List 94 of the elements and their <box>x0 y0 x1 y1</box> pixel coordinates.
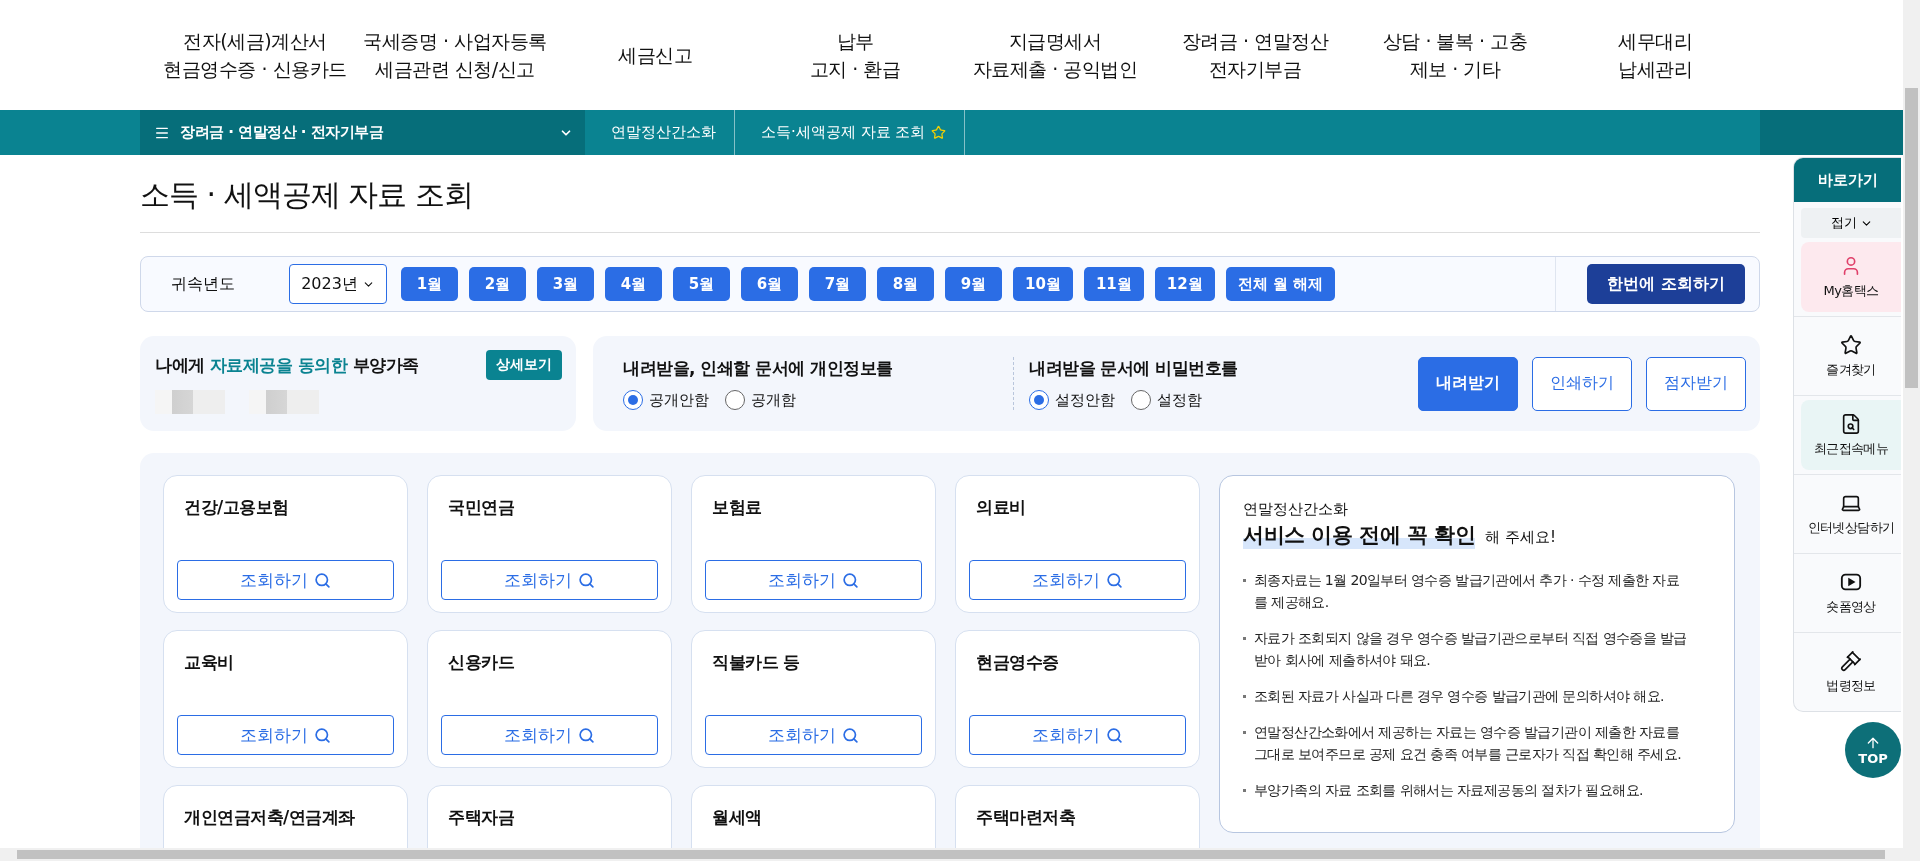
month-button[interactable]: 9월 <box>945 267 1002 301</box>
breadcrumb-link[interactable]: 소득·세액공제 자료 조회 <box>735 110 966 155</box>
search-icon <box>1106 726 1123 744</box>
dependents-title: 나에게 자료제공을 동의한 부양가족 <box>155 353 419 377</box>
search-button[interactable]: 조회하기 <box>177 715 394 755</box>
year-select[interactable]: 2023년 <box>289 264 387 304</box>
bullet-icon <box>1243 731 1246 734</box>
document-search-icon <box>1840 412 1862 435</box>
notice-text: 자료가 조회되지 않을 경우 영수증 발급기관으로부터 직접 영수증을 발급받아 회사에 제출하셔야 돼요. <box>1254 629 1688 670</box>
radio-option[interactable]: 설정안함 <box>1029 390 1115 410</box>
menu-dropdown[interactable]: 장려금 · 연말정산 · 전자기부금 <box>140 110 585 155</box>
nav-menu-item[interactable]: 세무대리 납세관리 <box>1555 27 1755 83</box>
action-button[interactable]: 인쇄하기 <box>1532 356 1632 411</box>
bullet-icon <box>1243 789 1246 792</box>
nav-menu-item[interactable]: 장려금 · 연말정산 전자기부금 <box>1155 27 1355 83</box>
gavel-icon <box>1840 649 1862 672</box>
quick-menu-title: 바로가기 <box>1794 158 1901 202</box>
nav-menu-item[interactable]: 상담 · 불복 · 고충 제보 · 기타 <box>1355 27 1555 83</box>
bullet-icon <box>1243 637 1246 640</box>
card-title: 보험료 <box>711 496 763 519</box>
notice-text: 조회된 자료가 사실과 다른 경우 영수증 발급기관에 문의하셔야 해요. <box>1254 687 1664 706</box>
option-title: 내려받을, 인쇄할 문서에 개인정보를 <box>623 357 894 380</box>
card-title: 직불카드 등 <box>711 651 801 674</box>
option-title: 내려받을 문서에 비밀번호를 <box>1029 357 1239 380</box>
month-button[interactable]: 8월 <box>877 267 934 301</box>
nav-menu-item[interactable]: 국세증명 · 사업자등록 세금관련 신청/신고 <box>355 27 555 83</box>
bullet-icon <box>1243 695 1246 698</box>
quick-menu-item[interactable]: 인터넷상담하기 <box>1801 479 1901 549</box>
month-button[interactable]: 6월 <box>741 267 798 301</box>
page-title: 소득 · 세액공제 자료 조회 <box>140 155 1760 233</box>
nav-menu-item[interactable]: 지급명세서 자료제출 · 공익법인 <box>955 27 1155 83</box>
search-button[interactable]: 조회하기 <box>177 560 394 600</box>
month-button[interactable]: 4월 <box>605 267 662 301</box>
month-button[interactable]: 7월 <box>809 267 866 301</box>
search-icon <box>314 571 331 589</box>
blurred-name-drawing <box>155 390 225 414</box>
notice-text: 연말정산간소화에서 제공하는 자료는 영수증 발급기관이 제출한 자료를 그대로 보여주므로 공제 요건 충족 여부를 근로자가 직접 확인해 주세요. <box>1254 723 1683 764</box>
blurred-name-drawing <box>249 390 319 414</box>
notice-text: 최종자료는 1월 20일부터 영수증 발급기관에서 추가 · 수정 제출한 자료를 제공해요. <box>1254 571 1681 612</box>
nav-menu-item[interactable]: 전자(세금)계산서 현금영수증 · 신용카드 <box>155 27 355 83</box>
radio-option[interactable]: 공개함 <box>725 390 796 410</box>
card-title: 주택마련저축 <box>975 806 1076 829</box>
nav-menu-item[interactable]: 납부 고지 · 환급 <box>755 27 955 83</box>
clear-months-button[interactable]: 전체 월 해제 <box>1225 267 1336 301</box>
card-title: 건강/고용보험 <box>183 496 290 519</box>
month-button[interactable]: 2월 <box>469 267 526 301</box>
search-icon <box>842 726 859 744</box>
month-button[interactable]: 3월 <box>537 267 594 301</box>
radio-option[interactable]: 공개안함 <box>623 390 709 410</box>
quick-menu-item[interactable]: 법령정보 <box>1801 637 1901 707</box>
quick-menu-item[interactable]: 즐겨찾기 <box>1801 321 1901 391</box>
favorite-star-icon <box>931 125 947 140</box>
search-icon <box>578 571 595 589</box>
card-title: 의료비 <box>975 496 1027 519</box>
month-button[interactable]: 1월 <box>401 267 458 301</box>
card-title: 개인연금저축/연금계좌 <box>183 806 356 829</box>
back-to-top-button[interactable]: TOP <box>1845 722 1901 778</box>
month-button[interactable]: 11월 <box>1083 267 1144 301</box>
search-button[interactable]: 조회하기 <box>441 715 658 755</box>
notice-heading-suffix: 해 주세요! <box>1485 528 1557 547</box>
search-button[interactable]: 조회하기 <box>441 560 658 600</box>
quick-menu-item[interactable]: 숏폼영상 <box>1801 558 1901 628</box>
year-label: 귀속년도 <box>171 273 236 295</box>
card-title: 교육비 <box>183 651 235 674</box>
search-button[interactable]: 조회하기 <box>969 715 1186 755</box>
search-button[interactable]: 조회하기 <box>705 560 922 600</box>
card-title: 국민연금 <box>447 496 515 519</box>
search-icon <box>578 726 595 744</box>
search-icon <box>842 571 859 589</box>
bullet-icon <box>1243 579 1246 582</box>
notice-subtitle: 연말정산간소화 <box>1243 500 1349 519</box>
notice-text: 부양가족의 자료 조회를 위해서는 자료제공동의 절차가 필요해요. <box>1254 781 1643 800</box>
action-button[interactable]: 점자받기 <box>1646 356 1746 411</box>
search-button[interactable]: 조회하기 <box>969 560 1186 600</box>
card-title: 월세액 <box>711 806 763 829</box>
month-button[interactable]: 5월 <box>673 267 730 301</box>
details-button[interactable]: 상세보기 <box>486 350 562 380</box>
search-all-button[interactable]: 한번에 조회하기 <box>1587 264 1745 304</box>
nav-menu-item[interactable]: 세금신고 <box>555 41 755 69</box>
breadcrumb-link[interactable]: 연말정산간소화 <box>585 110 735 155</box>
month-button[interactable]: 12월 <box>1154 267 1215 301</box>
collapse-button[interactable]: 접기 <box>1801 208 1901 238</box>
search-icon <box>1106 571 1123 589</box>
card-title: 신용카드 <box>447 651 515 674</box>
quick-menu-item[interactable]: My홈택스 <box>1801 242 1901 312</box>
radio-option[interactable]: 설정함 <box>1131 390 1202 410</box>
card-title: 현금영수증 <box>975 651 1060 674</box>
quick-menu-item[interactable]: 최근접속메뉴 <box>1801 400 1901 470</box>
action-button[interactable]: 내려받기 <box>1418 356 1518 411</box>
month-button[interactable]: 10월 <box>1013 267 1073 301</box>
search-button[interactable]: 조회하기 <box>705 715 922 755</box>
card-title: 주택자금 <box>447 806 515 829</box>
star-icon <box>1840 333 1862 356</box>
search-icon <box>314 726 331 744</box>
